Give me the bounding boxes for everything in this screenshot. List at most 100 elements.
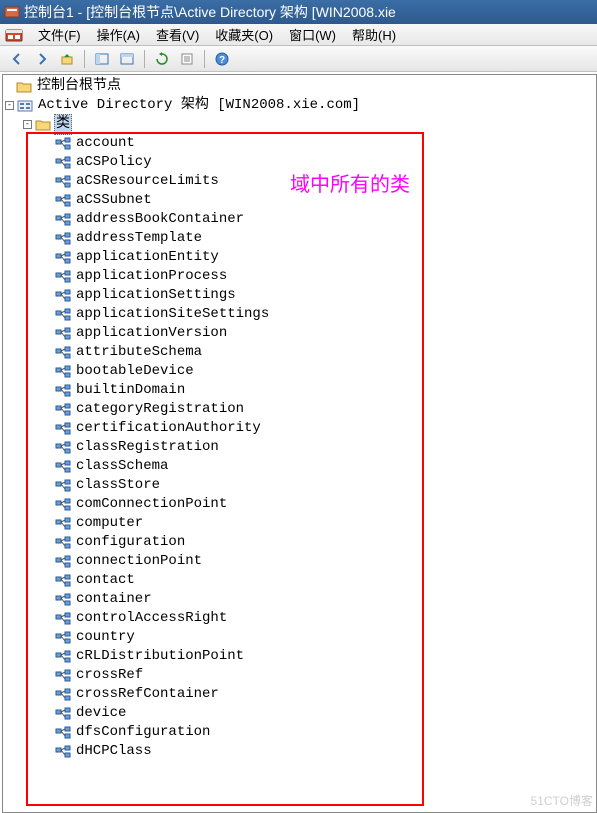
toolbar-divider-3 [204,50,205,68]
class-item-label: computer [74,514,145,533]
tree-class-item[interactable]: applicationSettings [3,286,596,305]
tree-class-item[interactable]: comConnectionPoint [3,495,596,514]
panel-icon [95,52,109,66]
tree-class-item[interactable]: applicationVersion [3,324,596,343]
class-item-label: country [74,628,137,647]
class-item-label: contact [74,571,137,590]
class-item-label: classStore [74,476,162,495]
tree-class-item[interactable]: computer [3,514,596,533]
tree-class-item[interactable]: dfsConfiguration [3,723,596,742]
tree-class-item[interactable]: aCSSubnet [3,191,596,210]
svg-text:?: ? [219,55,225,66]
tree-class-item[interactable]: aCSPolicy [3,153,596,172]
toolbar-divider-2 [144,50,145,68]
tree-class-item[interactable]: bootableDevice [3,362,596,381]
tree-class-item[interactable]: aCSResourceLimits [3,172,596,191]
class-item-label: builtinDomain [74,381,187,400]
forward-button[interactable] [31,48,53,70]
tree-classes-folder[interactable]: -类 [3,115,596,134]
tree-class-item[interactable]: applicationSiteSettings [3,305,596,324]
expand-toggle[interactable]: - [5,101,14,110]
expand-toggle[interactable]: - [23,120,32,129]
class-item-label: dHCPClass [74,742,154,761]
export-button[interactable] [176,48,198,70]
menu-window[interactable]: 窗口(W) [281,23,344,46]
menu-file[interactable]: 文件(F) [30,23,89,46]
class-item-label: applicationSiteSettings [74,305,271,324]
tree-class-item[interactable]: classStore [3,476,596,495]
tree-class-item[interactable]: classRegistration [3,438,596,457]
class-item-label: aCSResourceLimits [74,172,221,191]
tree-class-item[interactable]: addressBookContainer [3,210,596,229]
watermark: 51CTO博客 [531,792,593,809]
class-item-label: cRLDistributionPoint [74,647,246,666]
tree-schema-node[interactable]: - Active Directory 架构 [WIN2008.xie.com] [3,96,596,115]
class-item-label: applicationSettings [74,286,238,305]
tree-class-item[interactable]: attributeSchema [3,343,596,362]
menu-help[interactable]: 帮助(H) [344,23,404,46]
refresh-button[interactable] [151,48,173,70]
help-button[interactable]: ? [211,48,233,70]
menu-view[interactable]: 查看(V) [148,23,207,46]
show-hide-tree-button[interactable] [91,48,113,70]
class-item-label: applicationVersion [74,324,229,343]
up-button[interactable] [56,48,78,70]
tree-class-item[interactable]: builtinDomain [3,381,596,400]
tree-class-item[interactable]: dHCPClass [3,742,596,761]
class-item-label: container [74,590,154,609]
window-title: 控制台1 - [控制台根节点\Active Directory 架构 [WIN2… [24,2,396,22]
folder-up-icon [60,52,74,66]
help-icon: ? [215,52,229,66]
class-item-label: aCSPolicy [74,153,154,172]
class-item-label: classSchema [74,457,170,476]
tree-classes-label: 类 [54,114,72,135]
tree-class-item[interactable]: applicationEntity [3,248,596,267]
tree-class-item[interactable]: connectionPoint [3,552,596,571]
tree-class-item[interactable]: addressTemplate [3,229,596,248]
tree-class-item[interactable]: applicationProcess [3,267,596,286]
tree-class-item[interactable]: crossRef [3,666,596,685]
class-item-label: addressTemplate [74,229,204,248]
tree-class-item[interactable]: categoryRegistration [3,400,596,419]
menu-favorites[interactable]: 收藏夹(O) [207,23,281,46]
tree-class-item[interactable]: configuration [3,533,596,552]
tree-class-item[interactable]: certificationAuthority [3,419,596,438]
tree-class-item[interactable]: crossRefContainer [3,685,596,704]
back-button[interactable] [6,48,28,70]
class-item-label: aCSSubnet [74,191,154,210]
arrow-right-icon [35,52,49,66]
class-item-label: controlAccessRight [74,609,229,628]
panel2-button[interactable] [116,48,138,70]
class-item-label: connectionPoint [74,552,204,571]
app-icon [4,4,20,20]
tree-class-item[interactable]: account [3,134,596,153]
class-item-label: crossRefContainer [74,685,221,704]
class-item-label: attributeSchema [74,343,204,362]
class-item-label: certificationAuthority [74,419,263,438]
class-item-label: applicationEntity [74,248,221,267]
tree-class-item[interactable]: container [3,590,596,609]
class-item-label: applicationProcess [74,267,229,286]
tree-schema-label: Active Directory 架构 [WIN2008.xie.com] [36,96,362,115]
tree-class-item[interactable]: contact [3,571,596,590]
arrow-left-icon [10,52,24,66]
class-item-label: account [74,134,137,153]
class-item-label: dfsConfiguration [74,723,212,742]
class-item-label: device [74,704,128,723]
refresh-icon [155,52,169,66]
console-icon [4,25,24,45]
tree-root-node[interactable]: 控制台根节点 [3,77,596,96]
class-item-label: configuration [74,533,187,552]
class-item-label: categoryRegistration [74,400,246,419]
tree-class-item[interactable]: country [3,628,596,647]
tree-class-item[interactable]: classSchema [3,457,596,476]
menu-action[interactable]: 操作(A) [89,23,148,46]
class-item-label: crossRef [74,666,145,685]
window-titlebar: 控制台1 - [控制台根节点\Active Directory 架构 [WIN2… [0,0,597,24]
menu-bar: 文件(F) 操作(A) 查看(V) 收藏夹(O) 窗口(W) 帮助(H) [0,24,597,46]
tree-class-item[interactable]: device [3,704,596,723]
export-list-icon [180,52,194,66]
panel2-icon [120,52,134,66]
tree-class-item[interactable]: controlAccessRight [3,609,596,628]
tree-class-item[interactable]: cRLDistributionPoint [3,647,596,666]
